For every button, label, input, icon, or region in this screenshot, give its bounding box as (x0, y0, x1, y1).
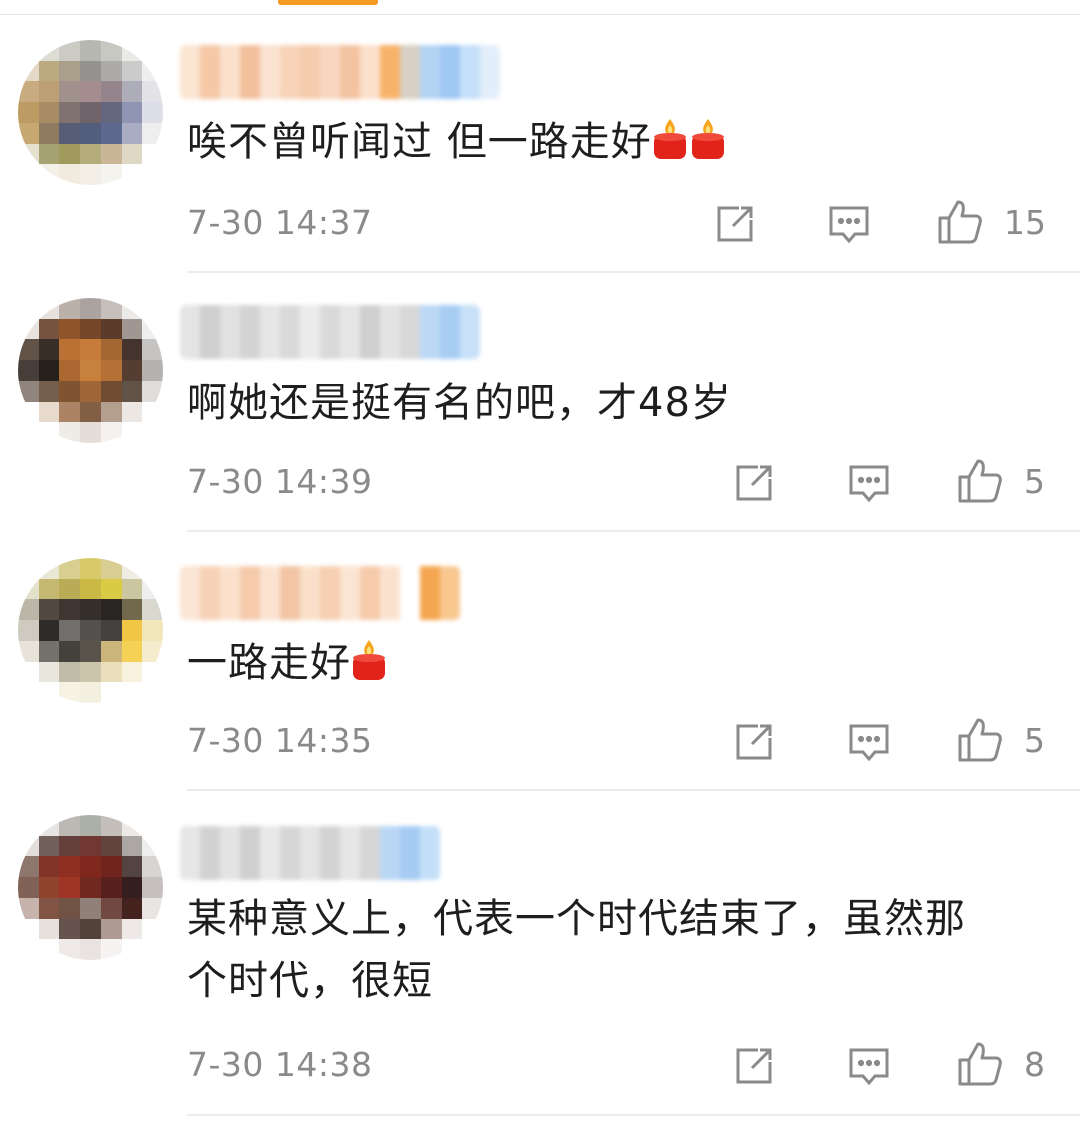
like-button[interactable] (956, 716, 1004, 764)
comment-icon (829, 206, 869, 244)
comment-text: 某种意义上，代表一个时代结束了，虽然那 个时代，很短 (187, 896, 966, 1004)
candle-emoji-icon (653, 119, 686, 159)
comment-timestamp: 7-30 14:37 (187, 203, 373, 242)
avatar[interactable] (18, 40, 163, 185)
header-divider (0, 14, 1080, 15)
comment-divider (187, 789, 1080, 791)
comment-timestamp: 7-30 14:39 (187, 462, 373, 501)
reply-button[interactable] (845, 718, 893, 766)
share-button[interactable] (730, 718, 778, 766)
comment-timestamp: 7-30 14:38 (187, 1045, 373, 1084)
comment-text: 唉不曾听闻过 但一路走好 (187, 111, 1047, 173)
share-button[interactable] (730, 459, 778, 507)
share-icon (717, 206, 753, 242)
active-tab-indicator (278, 0, 378, 5)
like-icon (938, 200, 982, 244)
reply-button[interactable] (825, 200, 873, 248)
comment-divider (187, 530, 1080, 532)
like-icon (958, 1042, 1002, 1086)
username-blurred[interactable] (180, 45, 500, 99)
username-blurred[interactable] (180, 305, 480, 359)
like-button[interactable] (956, 457, 1004, 505)
avatar[interactable] (18, 298, 163, 443)
comment-icon (849, 1048, 889, 1086)
like-button[interactable] (936, 198, 984, 246)
candle-emoji-icon (353, 640, 385, 680)
avatar[interactable] (18, 815, 163, 960)
like-count: 15 (1004, 203, 1046, 242)
comment-divider (187, 1114, 1080, 1116)
comment-text: 一路走好 (187, 632, 1047, 694)
reply-button[interactable] (845, 1042, 893, 1090)
like-count: 5 (1024, 462, 1045, 501)
candle-emoji-icon (691, 119, 724, 159)
comment-text: 啊她还是挺有名的吧，才48岁 (187, 380, 732, 426)
comment-icon (849, 724, 889, 762)
share-icon (736, 465, 772, 501)
like-count: 5 (1024, 721, 1045, 760)
username-blurred[interactable] (180, 566, 460, 620)
share-icon (736, 724, 772, 760)
share-button[interactable] (711, 200, 759, 248)
like-count: 8 (1024, 1045, 1045, 1084)
like-icon (958, 459, 1002, 503)
username-blurred[interactable] (180, 826, 440, 880)
comment-timestamp: 7-30 14:35 (187, 721, 373, 760)
comment-divider (187, 271, 1080, 273)
like-icon (958, 718, 1002, 762)
reply-button[interactable] (845, 459, 893, 507)
share-icon (736, 1048, 772, 1084)
avatar[interactable] (18, 558, 163, 703)
comment-icon (849, 465, 889, 503)
like-button[interactable] (956, 1040, 1004, 1088)
share-button[interactable] (730, 1042, 778, 1090)
